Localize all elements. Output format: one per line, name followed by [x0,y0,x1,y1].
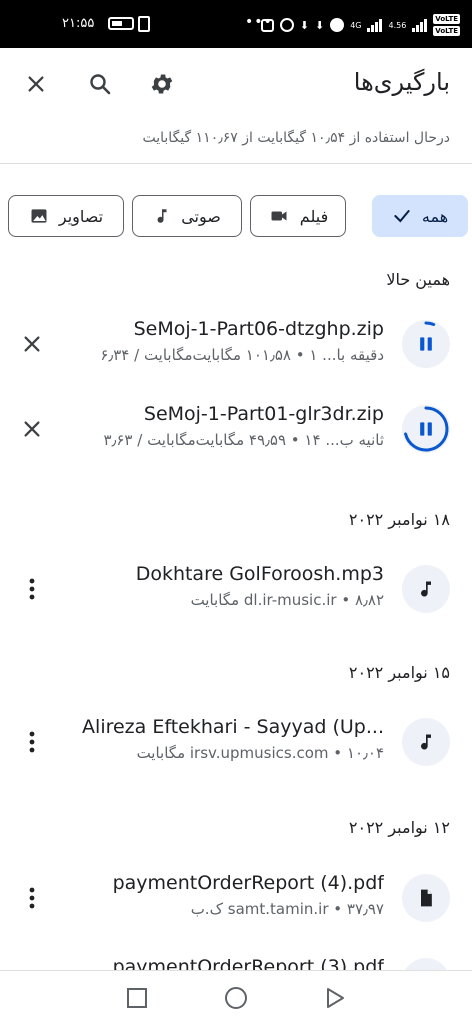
file-meta: irsv.upmusics.com • ۱۰٫۰۴ مگابایت [136,744,384,762]
settings-button[interactable] [142,64,182,104]
system-nav-bar [0,970,472,1024]
list-item[interactable]: paymentOrderReport (4).pdf samt.tamin.ir… [0,862,472,942]
file-meta: ثانیه ب... ۱۴ • ۴۹٫۵۹ مگابایت‌مگابایت / … [103,431,384,449]
volte-badges: VoLTE VoLTE [433,14,460,36]
list-item[interactable]: SeMoj-1-Part06-dtzghp.zip دقیقه با... ۱ … [0,308,472,388]
cancel-download-button[interactable] [14,326,50,362]
circle-icon [225,987,247,1009]
more-options-button[interactable] [14,571,50,607]
file-meta: samt.tamin.ir • ۳۷٫۹۷ ک.ب [190,900,384,918]
file-name: paymentOrderReport (4).pdf [112,872,384,894]
status-time: ۲۱:۵۵ [62,16,95,31]
more-vert-icon [29,887,35,909]
chip-label: صوتی [181,206,221,226]
vibrate-icon [138,16,150,32]
chip-audio[interactable]: صوتی [132,195,242,237]
file-name: Alireza Eftekhari - Sayyad (Up... [82,716,384,738]
app-bar: بارگیری‌ها [0,48,472,120]
more-vert-icon [29,731,35,753]
more-options-button[interactable] [14,880,50,916]
volte-badge-2: VoLTE [433,26,460,36]
triangle-back-icon [327,988,344,1008]
status-icons: ⬇ ⬇ 4G 4.56 VoLTE VoLTE [260,14,460,36]
file-type-icon [402,874,450,922]
gear-icon [151,74,173,94]
message-icon [260,18,274,32]
search-button[interactable] [80,64,120,104]
battery-icon [108,17,134,30]
music-note-icon [421,581,431,597]
chip-label: تصاویر [58,206,104,226]
file-type-icon [402,718,450,766]
home-button[interactable] [223,985,249,1011]
list-item[interactable]: SeMoj-1-Part01-glr3dr.zip ثانیه ب... ۱۴ … [0,393,472,473]
signal-icon [367,18,383,32]
square-icon [127,988,147,1008]
list-item[interactable]: Alireza Eftekhari - Sayyad (Up... irsv.u… [0,706,472,786]
file-name: Dokhtare GolForoosh.mp3 [135,563,384,585]
section-title-date: ۱۲ نوامبر ۲۰۲۲ [348,818,450,837]
progress-ring [424,321,436,326]
music-note-icon [421,734,431,750]
list-item[interactable]: Dokhtare GolForoosh.mp3 dl.ir-music.ir •… [0,553,472,633]
network-type-label: 4G [350,20,362,30]
filter-chips: تصاویر صوتی فیلم همه [8,195,468,237]
chip-video[interactable]: فیلم [250,195,346,237]
section-title-date: ۱۸ نوامبر ۲۰۲۲ [348,510,450,529]
pause-button[interactable] [402,405,450,453]
section-title-date: ۱۵ نوامبر ۲۰۲۲ [348,663,450,682]
file-meta: dl.ir-music.ir • ۸٫۸۲ مگابایت [190,591,384,609]
recents-button[interactable] [124,985,150,1011]
close-icon [24,421,40,437]
status-bar: ۲۱:۵۵ ••• ⬇ ⬇ 4G 4.56 VoLTE VoLTE [0,0,472,48]
more-options-button[interactable] [14,724,50,760]
more-vert-icon [29,578,35,600]
chip-images[interactable]: تصاویر [8,195,124,237]
document-icon [421,889,432,907]
image-icon [31,209,47,223]
chip-all[interactable]: همه [372,195,468,237]
video-icon [271,211,287,221]
cancel-download-button[interactable] [14,411,50,447]
music-note-icon [157,209,167,223]
file-type-icon [402,565,450,613]
section-title-now: همین حالا [386,270,450,289]
close-button[interactable] [16,64,56,104]
close-icon [28,76,44,92]
back-button[interactable] [322,985,348,1011]
check-icon [394,210,410,223]
close-icon [24,336,40,352]
progress-ring [404,406,449,452]
file-name: SeMoj-1-Part01-glr3dr.zip [143,403,384,425]
speed-label: 4.56 [388,20,407,30]
chip-label: همه [421,206,449,226]
file-meta: دقیقه با... ۱ • ۱۰۱٫۵۸ مگابایت‌مگابایت /… [100,346,384,364]
file-name: SeMoj-1-Part06-dtzghp.zip [133,318,384,340]
vpn-icon [330,18,345,32]
page-title: بارگیری‌ها [353,68,450,96]
divider [0,163,472,164]
download-icon: ⬇ [299,18,309,32]
storage-usage-text: درحال استفاده از ۱۰٫۵۴ گیگابایت از ۱۱۰٫۶… [142,130,451,146]
volte-badge-1: VoLTE [433,14,460,24]
signal-icon-2 [412,18,428,32]
search-icon [90,74,111,95]
chip-label: فیلم [299,206,329,226]
whatsapp-icon [279,18,294,32]
pause-button[interactable] [402,320,450,368]
download-icon-2: ⬇ [314,18,325,32]
